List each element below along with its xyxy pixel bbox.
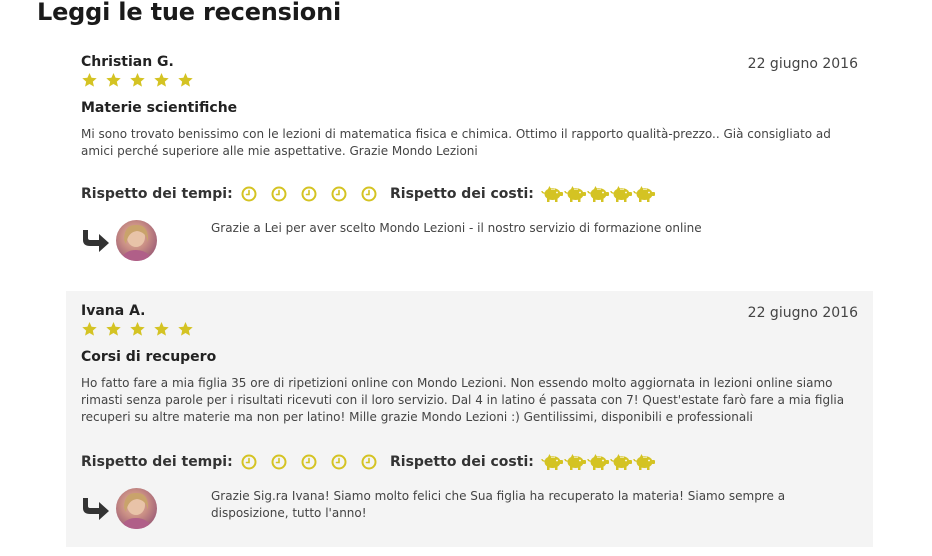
time-rating-row: Rispetto dei tempi: xyxy=(81,186,377,202)
piggy-bank-icon xyxy=(541,454,563,470)
clock-icon xyxy=(271,454,287,470)
piggy-bank-icon xyxy=(610,186,632,202)
clock-icon xyxy=(241,186,257,202)
review-subject: Corsi di recupero xyxy=(81,349,217,365)
review-date: 22 giugno 2016 xyxy=(747,56,858,72)
review-subject: Materie scientifiche xyxy=(81,100,238,116)
reply-arrow-icon xyxy=(83,498,109,520)
cost-rating xyxy=(541,185,656,203)
cost-rating-row: Rispetto dei costi: xyxy=(390,185,656,203)
reply-text: Grazie a Lei per aver scelto Mondo Lezio… xyxy=(211,221,702,235)
star-icon xyxy=(82,322,97,336)
page-title: Leggi le tue recensioni xyxy=(37,0,341,26)
piggy-bank-icon xyxy=(564,454,586,470)
cost-rating-row: Rispetto dei costi: xyxy=(390,453,656,471)
piggy-bank-icon xyxy=(610,454,632,470)
piggy-bank-icon xyxy=(633,186,655,202)
review-card: Christian G. 22 giugno 2016 Materie scie… xyxy=(66,42,873,282)
reply-arrow-icon xyxy=(83,230,109,252)
clock-icon xyxy=(301,186,317,202)
piggy-bank-icon xyxy=(564,186,586,202)
time-rating xyxy=(241,186,377,202)
clock-icon xyxy=(301,454,317,470)
clock-icon xyxy=(331,454,347,470)
cost-rating-label: Rispetto dei costi: xyxy=(390,186,534,202)
time-rating-label: Rispetto dei tempi: xyxy=(81,186,233,202)
star-rating xyxy=(81,321,194,337)
star-icon xyxy=(82,73,97,87)
cost-rating-label: Rispetto dei costi: xyxy=(390,454,534,470)
star-icon xyxy=(106,322,121,336)
star-icon xyxy=(106,73,121,87)
star-icon xyxy=(178,322,193,336)
cost-rating xyxy=(541,453,656,471)
star-icon xyxy=(130,322,145,336)
star-rating xyxy=(81,72,194,88)
clock-icon xyxy=(361,186,377,202)
clock-icon xyxy=(241,454,257,470)
clock-icon xyxy=(331,186,347,202)
avatar xyxy=(116,488,157,529)
time-rating xyxy=(241,454,377,470)
avatar xyxy=(116,220,157,261)
review-author: Ivana A. xyxy=(81,303,146,319)
review-card: Ivana A. 22 giugno 2016 Corsi di recuper… xyxy=(66,291,873,547)
piggy-bank-icon xyxy=(587,454,609,470)
clock-icon xyxy=(271,186,287,202)
review-author: Christian G. xyxy=(81,54,174,70)
review-text: Mi sono trovato benissimo con le lezioni… xyxy=(81,127,831,158)
piggy-bank-icon xyxy=(633,454,655,470)
star-icon xyxy=(154,73,169,87)
time-rating-label: Rispetto dei tempi: xyxy=(81,454,233,470)
review-date: 22 giugno 2016 xyxy=(747,305,858,321)
piggy-bank-icon xyxy=(587,186,609,202)
star-icon xyxy=(154,322,169,336)
piggy-bank-icon xyxy=(541,186,563,202)
star-icon xyxy=(178,73,193,87)
reply-text: Grazie Sig.ra Ivana! Siamo molto felici … xyxy=(211,489,786,520)
clock-icon xyxy=(361,454,377,470)
time-rating-row: Rispetto dei tempi: xyxy=(81,454,377,470)
star-icon xyxy=(130,73,145,87)
review-text: Ho fatto fare a mia figlia 35 ore di rip… xyxy=(81,376,845,424)
